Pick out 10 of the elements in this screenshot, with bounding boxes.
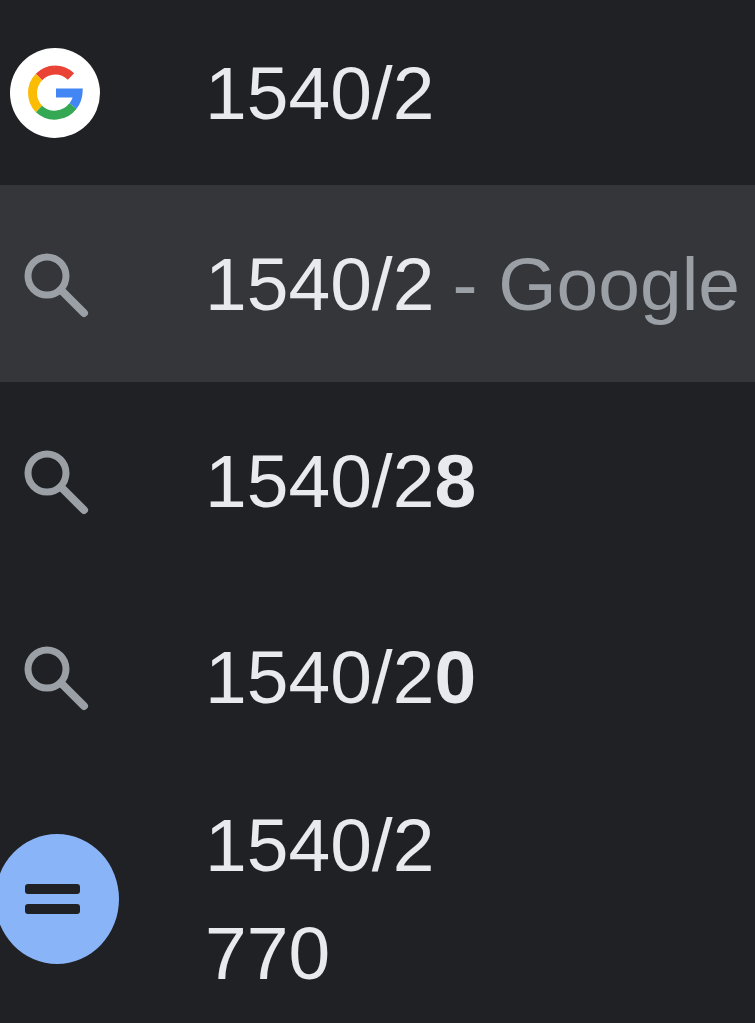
- suggestion-row[interactable]: 1540/2 - Google: [0, 185, 755, 382]
- suggestion-description: - Google: [452, 240, 741, 328]
- suggestion-text: 1540/2: [205, 240, 435, 328]
- suggestion-text: 1540/28: [205, 437, 477, 525]
- suggestion-text: 1540/2: [205, 49, 435, 137]
- calculator-answer: 770: [205, 910, 331, 997]
- suggestion-text: 1540/20: [205, 634, 477, 721]
- calculator-icon: [0, 834, 120, 964]
- google-icon: [10, 47, 100, 138]
- suggestion-text: 1540/2: [205, 802, 435, 889]
